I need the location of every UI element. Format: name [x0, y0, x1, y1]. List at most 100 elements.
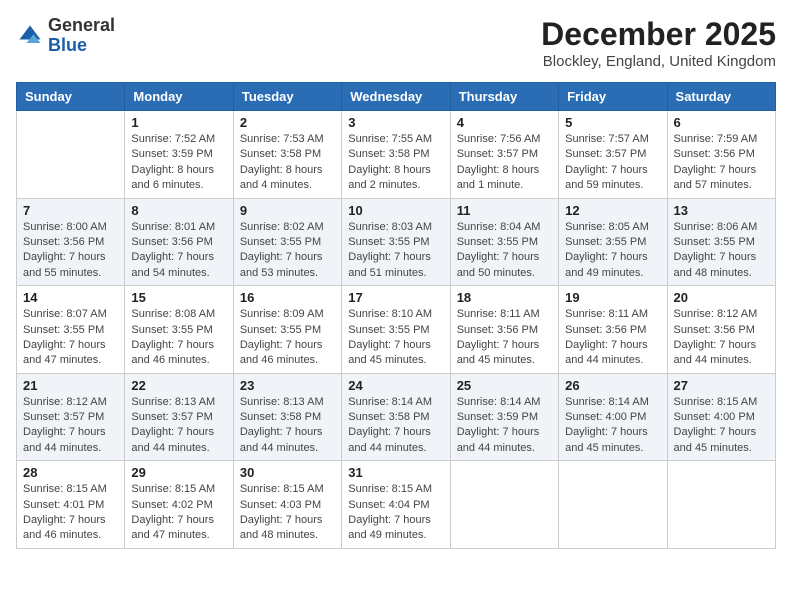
calendar-week-row: 7 Sunrise: 8:00 AMSunset: 3:56 PMDaylight…: [17, 198, 776, 286]
day-number: 11: [457, 203, 552, 218]
calendar-cell: 11 Sunrise: 8:04 AMSunset: 3:55 PMDayligh…: [450, 198, 558, 286]
calendar-cell: 8 Sunrise: 8:01 AMSunset: 3:56 PMDaylight…: [125, 198, 233, 286]
calendar-cell: 12 Sunrise: 8:05 AMSunset: 3:55 PMDayligh…: [559, 198, 667, 286]
day-info: Sunrise: 8:15 AMSunset: 4:03 PMDaylight:…: [240, 482, 335, 544]
logo: General Blue: [16, 16, 115, 56]
column-header-tuesday: Tuesday: [233, 83, 341, 111]
day-number: 26: [565, 378, 660, 393]
day-number: 1: [131, 115, 226, 130]
calendar-cell: 13 Sunrise: 8:06 AMSunset: 3:55 PMDayligh…: [667, 198, 775, 286]
day-number: 23: [240, 378, 335, 393]
day-info: Sunrise: 7:52 AMSunset: 3:59 PMDaylight:…: [131, 132, 226, 194]
column-header-monday: Monday: [125, 83, 233, 111]
day-number: 6: [674, 115, 769, 130]
title-block: December 2025 Blockley, England, United …: [541, 16, 776, 70]
day-info: Sunrise: 8:05 AMSunset: 3:55 PMDaylight:…: [565, 220, 660, 282]
day-number: 8: [131, 203, 226, 218]
calendar-cell: 4 Sunrise: 7:56 AMSunset: 3:57 PMDaylight…: [450, 111, 558, 199]
calendar-cell: 19 Sunrise: 8:11 AMSunset: 3:56 PMDayligh…: [559, 286, 667, 374]
calendar-week-row: 28Sunrise: 8:15 AMSunset: 4:01 PMDayligh…: [17, 461, 776, 549]
column-header-wednesday: Wednesday: [342, 83, 450, 111]
day-info: Sunrise: 8:14 AMSunset: 4:00 PMDaylight:…: [565, 395, 660, 457]
day-number: 18: [457, 290, 552, 305]
calendar-cell: 30 Sunrise: 8:15 AMSunset: 4:03 PMDayligh…: [233, 461, 341, 549]
day-number: 16: [240, 290, 335, 305]
day-number: 2: [240, 115, 335, 130]
day-number: 21: [23, 378, 118, 393]
day-number: 29: [131, 465, 226, 480]
calendar-cell: 14Sunrise: 8:07 AMSunset: 3:55 PMDayligh…: [17, 286, 125, 374]
calendar-week-row: 14Sunrise: 8:07 AMSunset: 3:55 PMDayligh…: [17, 286, 776, 374]
calendar-header-row: SundayMondayTuesdayWednesdayThursdayFrid…: [17, 83, 776, 111]
day-info: Sunrise: 8:15 AMSunset: 4:02 PMDaylight:…: [131, 482, 226, 544]
day-number: 14: [23, 290, 118, 305]
day-number: 27: [674, 378, 769, 393]
day-number: 28: [23, 465, 118, 480]
calendar-cell: [450, 461, 558, 549]
calendar-cell: 1 Sunrise: 7:52 AMSunset: 3:59 PMDaylight…: [125, 111, 233, 199]
calendar-cell: 29 Sunrise: 8:15 AMSunset: 4:02 PMDayligh…: [125, 461, 233, 549]
calendar-cell: 20Sunrise: 8:12 AMSunset: 3:56 PMDayligh…: [667, 286, 775, 374]
calendar-cell: 7 Sunrise: 8:00 AMSunset: 3:56 PMDaylight…: [17, 198, 125, 286]
calendar-cell: 9Sunrise: 8:02 AMSunset: 3:55 PMDaylight…: [233, 198, 341, 286]
day-info: Sunrise: 8:02 AMSunset: 3:55 PMDaylight:…: [240, 220, 335, 282]
day-info: Sunrise: 8:13 AMSunset: 3:58 PMDaylight:…: [240, 395, 335, 457]
calendar-cell: 6 Sunrise: 7:59 AMSunset: 3:56 PMDaylight…: [667, 111, 775, 199]
day-number: 31: [348, 465, 443, 480]
day-number: 7: [23, 203, 118, 218]
calendar-cell: 5 Sunrise: 7:57 AMSunset: 3:57 PMDaylight…: [559, 111, 667, 199]
logo-icon: [16, 22, 44, 50]
calendar-cell: 15Sunrise: 8:08 AMSunset: 3:55 PMDayligh…: [125, 286, 233, 374]
day-info: Sunrise: 7:59 AMSunset: 3:56 PMDaylight:…: [674, 132, 769, 194]
logo-text: General Blue: [48, 16, 115, 56]
day-number: 30: [240, 465, 335, 480]
column-header-friday: Friday: [559, 83, 667, 111]
calendar-week-row: 21Sunrise: 8:12 AMSunset: 3:57 PMDayligh…: [17, 373, 776, 461]
calendar-week-row: 1 Sunrise: 7:52 AMSunset: 3:59 PMDaylight…: [17, 111, 776, 199]
day-info: Sunrise: 8:11 AMSunset: 3:56 PMDaylight:…: [565, 307, 660, 369]
day-number: 12: [565, 203, 660, 218]
calendar-cell: 16Sunrise: 8:09 AMSunset: 3:55 PMDayligh…: [233, 286, 341, 374]
calendar-table: SundayMondayTuesdayWednesdayThursdayFrid…: [16, 82, 776, 549]
calendar-cell: 21Sunrise: 8:12 AMSunset: 3:57 PMDayligh…: [17, 373, 125, 461]
day-info: Sunrise: 8:06 AMSunset: 3:55 PMDaylight:…: [674, 220, 769, 282]
calendar-cell: [559, 461, 667, 549]
day-number: 4: [457, 115, 552, 130]
logo-general: General: [48, 15, 115, 35]
calendar-cell: 24Sunrise: 8:14 AMSunset: 3:58 PMDayligh…: [342, 373, 450, 461]
day-info: Sunrise: 7:57 AMSunset: 3:57 PMDaylight:…: [565, 132, 660, 194]
day-number: 15: [131, 290, 226, 305]
day-info: Sunrise: 8:14 AMSunset: 3:59 PMDaylight:…: [457, 395, 552, 457]
day-number: 5: [565, 115, 660, 130]
day-info: Sunrise: 8:13 AMSunset: 3:57 PMDaylight:…: [131, 395, 226, 457]
day-info: Sunrise: 8:11 AMSunset: 3:56 PMDaylight:…: [457, 307, 552, 369]
calendar-cell: 27 Sunrise: 8:15 AMSunset: 4:00 PMDayligh…: [667, 373, 775, 461]
day-number: 13: [674, 203, 769, 218]
day-number: 22: [131, 378, 226, 393]
calendar-cell: 28Sunrise: 8:15 AMSunset: 4:01 PMDayligh…: [17, 461, 125, 549]
day-info: Sunrise: 8:00 AMSunset: 3:56 PMDaylight:…: [23, 220, 118, 282]
day-number: 3: [348, 115, 443, 130]
day-info: Sunrise: 7:53 AMSunset: 3:58 PMDaylight:…: [240, 132, 335, 194]
month-title: December 2025: [541, 16, 776, 53]
day-number: 17: [348, 290, 443, 305]
day-number: 24: [348, 378, 443, 393]
calendar-cell: 3Sunrise: 7:55 AMSunset: 3:58 PMDaylight…: [342, 111, 450, 199]
calendar-cell: 25Sunrise: 8:14 AMSunset: 3:59 PMDayligh…: [450, 373, 558, 461]
day-info: Sunrise: 8:12 AMSunset: 3:56 PMDaylight:…: [674, 307, 769, 369]
day-number: 19: [565, 290, 660, 305]
day-number: 10: [348, 203, 443, 218]
calendar-cell: 10Sunrise: 8:03 AMSunset: 3:55 PMDayligh…: [342, 198, 450, 286]
calendar-cell: 22 Sunrise: 8:13 AMSunset: 3:57 PMDayligh…: [125, 373, 233, 461]
logo-blue: Blue: [48, 35, 87, 55]
day-info: Sunrise: 8:01 AMSunset: 3:56 PMDaylight:…: [131, 220, 226, 282]
day-info: Sunrise: 8:15 AMSunset: 4:00 PMDaylight:…: [674, 395, 769, 457]
day-info: Sunrise: 7:56 AMSunset: 3:57 PMDaylight:…: [457, 132, 552, 194]
calendar-cell: 2 Sunrise: 7:53 AMSunset: 3:58 PMDaylight…: [233, 111, 341, 199]
calendar-cell: 23 Sunrise: 8:13 AMSunset: 3:58 PMDayligh…: [233, 373, 341, 461]
column-header-thursday: Thursday: [450, 83, 558, 111]
calendar-cell: 17Sunrise: 8:10 AMSunset: 3:55 PMDayligh…: [342, 286, 450, 374]
calendar-cell: 31 Sunrise: 8:15 AMSunset: 4:04 PMDayligh…: [342, 461, 450, 549]
day-info: Sunrise: 8:15 AMSunset: 4:04 PMDaylight:…: [348, 482, 443, 544]
day-info: Sunrise: 8:04 AMSunset: 3:55 PMDaylight:…: [457, 220, 552, 282]
